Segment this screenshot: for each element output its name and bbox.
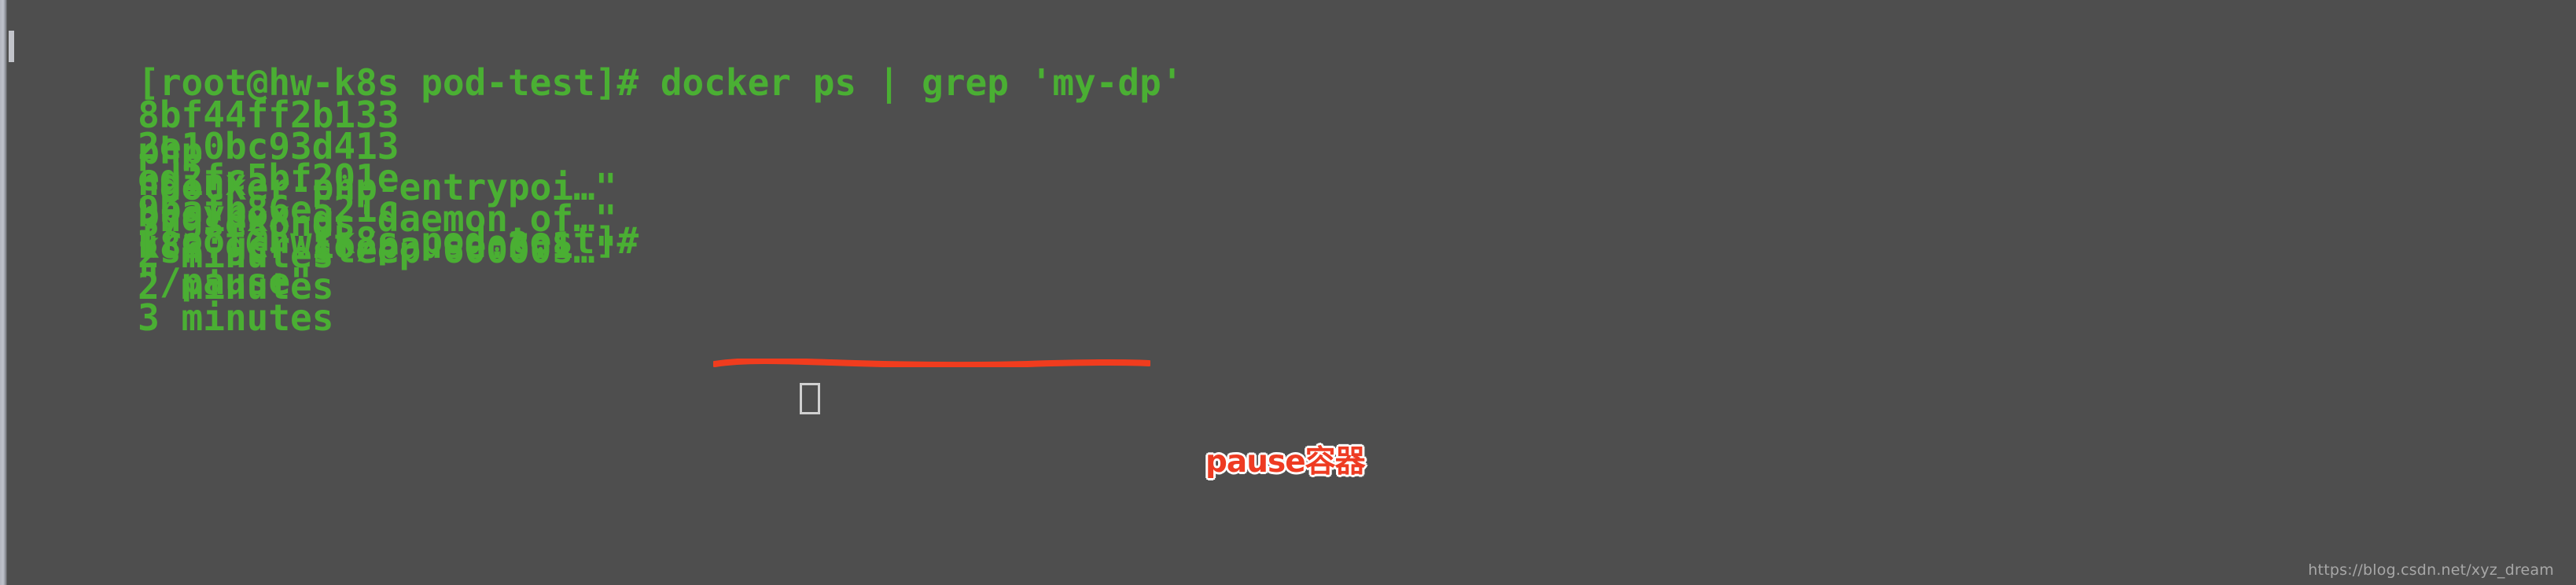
watermark-url: https://blog.csdn.net/xyz_dream (2308, 561, 2554, 579)
red-underline-annotation (713, 359, 1150, 367)
terminal-cursor (800, 383, 820, 414)
window-left-edge (0, 0, 7, 585)
container-created: 3 minutes (138, 296, 334, 339)
terminal-output-area[interactable]: [root@hw-k8s pod-test]# docker ps | grep… (7, 0, 2576, 585)
terminal-window[interactable]: [root@hw-k8s pod-test]# docker ps | grep… (0, 0, 2576, 585)
prompt-text: [root@hw-k8s pod-test]# (138, 219, 661, 262)
terminal-prompt-line: [root@hw-k8s pod-test]# (7, 186, 661, 295)
pause-container-annotation: pause容器 (1205, 444, 1366, 480)
